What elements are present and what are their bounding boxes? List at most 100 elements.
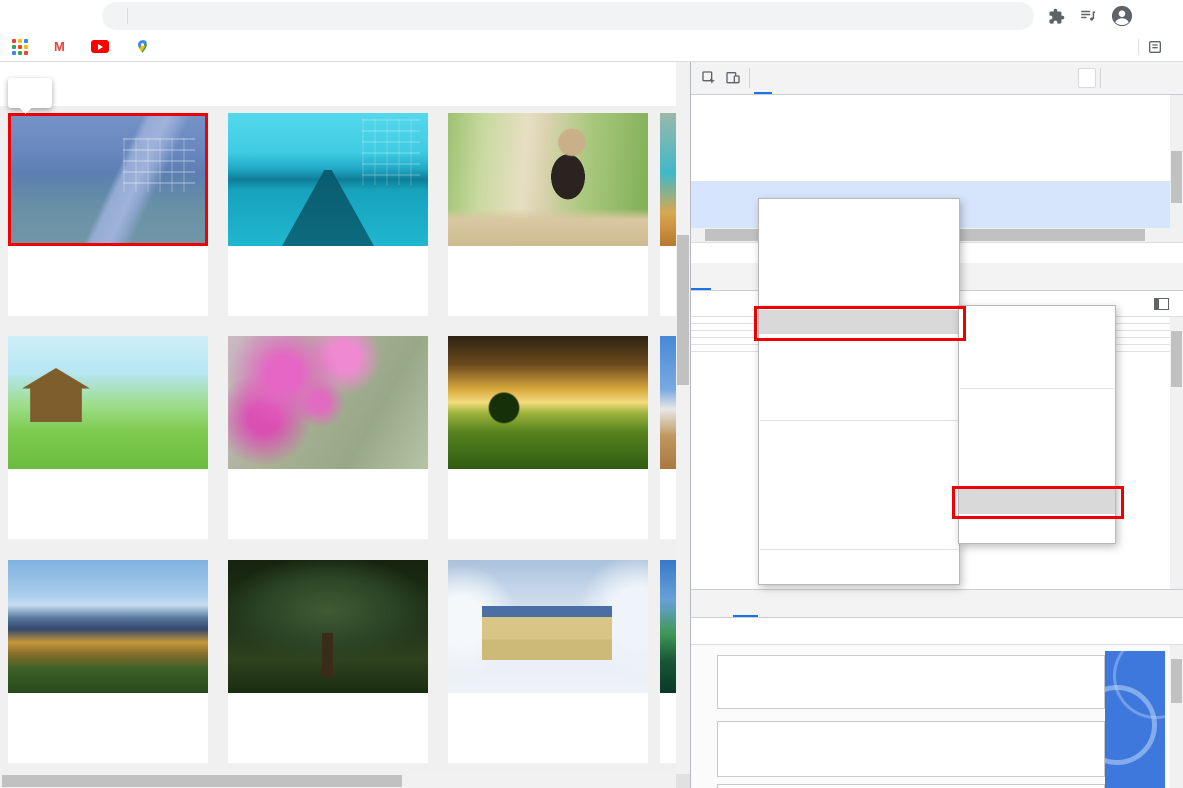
wallpaper-card[interactable] [228,113,428,316]
dom-node[interactable] [818,149,1183,166]
media-controls-icon[interactable] [1079,7,1097,25]
wallpaper-caption[interactable] [228,693,428,763]
styles-vertical-scrollbar[interactable] [1170,317,1183,589]
wallpaper-thumb[interactable] [8,336,208,469]
menu-item-force-state[interactable] [759,367,959,391]
menu-item-scroll-into-view[interactable] [759,497,959,521]
bookmark-apps[interactable] [12,38,34,55]
wallpaper-caption[interactable] [8,693,208,763]
wallpaper-thumb[interactable] [448,560,648,693]
more-tabs-icon[interactable] [808,62,826,94]
scroll-down-icon[interactable] [676,760,690,774]
inspect-element-icon[interactable] [697,70,721,86]
bookmark-gmail[interactable]: M [54,39,71,54]
wallpaper-thumb[interactable] [448,336,648,469]
wallpaper-caption[interactable] [228,469,428,539]
wallpaper-card[interactable] [448,113,648,316]
wallpaper-thumb[interactable] [8,560,208,693]
tab-console[interactable] [772,62,790,94]
address-bar[interactable] [102,2,1034,30]
issues-warning-badge[interactable] [1078,68,1096,88]
wallpaper-card[interactable] [8,560,208,763]
menu-item-copy-js-path[interactable] [959,441,1115,465]
wallpaper-card[interactable] [8,113,208,316]
scroll-right-icon[interactable] [662,774,676,788]
drawer-tabbar [691,590,1183,618]
wallpaper-thumb[interactable] [228,113,428,246]
wallpaper-thumb[interactable] [448,113,648,246]
menu-item-copy-selector[interactable] [959,417,1115,441]
dom-node[interactable] [805,132,1183,149]
bookmarks-separator [1138,38,1139,55]
scroll-thumb[interactable] [1171,331,1182,387]
wallpaper-card-clipped[interactable] [660,113,676,316]
wallpaper-card[interactable] [228,560,428,763]
wallpaper-caption[interactable] [228,246,428,316]
elements-vertical-scrollbar[interactable] [1170,95,1183,228]
profile-avatar[interactable] [1111,5,1133,27]
calendar-grid-overlay [362,119,420,185]
wallpaper-caption[interactable] [8,469,208,539]
extensions-puzzle-icon[interactable] [1048,8,1065,25]
menu-item-break-on[interactable] [759,391,959,415]
page-horizontal-scrollbar[interactable] [0,774,676,788]
dom-node[interactable] [792,116,1183,133]
bookmark-youtube[interactable] [90,40,115,53]
wallpaper-thumb[interactable] [228,560,428,693]
scroll-thumb[interactable] [1171,151,1182,203]
maps-pin-icon [135,39,150,54]
menu-item-store-as-global-variable[interactable] [759,554,959,578]
scroll-up-icon[interactable] [676,62,690,76]
tab-elements[interactable] [754,62,772,94]
menu-item-collapse-children[interactable] [759,449,959,473]
page-vertical-scrollbar[interactable] [676,62,690,774]
menu-item-cut-element[interactable] [959,311,1115,335]
menu-item-focus[interactable] [759,521,959,545]
wallpaper-card[interactable] [448,560,648,763]
menu-item-delete-element[interactable] [759,277,959,301]
scroll-thumb[interactable] [2,775,402,787]
menu-item-expand-recursively[interactable] [759,425,959,449]
menu-item-hide-element[interactable] [759,343,959,367]
drawer-vertical-scrollbar[interactable] [1170,645,1183,788]
whats-new-subheader [691,618,1183,645]
dom-node[interactable] [779,99,1183,116]
scroll-left-icon[interactable] [691,228,705,242]
menu-item-copy-outerhtml[interactable] [959,393,1115,417]
tab-whats-new[interactable] [733,591,758,617]
scroll-down-icon[interactable] [1170,575,1183,589]
scroll-up-icon[interactable] [1170,317,1183,331]
wallpaper-thumb[interactable] [228,336,428,469]
wallpaper-caption[interactable] [448,246,648,316]
menu-item-edit-as-html[interactable] [759,228,959,252]
tab-sources[interactable] [790,62,808,94]
tab-drawer-console[interactable] [713,591,733,617]
scroll-up-icon[interactable] [1170,95,1183,109]
scroll-right-icon[interactable] [1156,228,1170,242]
menu-item-add-attribute[interactable] [759,204,959,228]
toggle-panel-icon[interactable] [1154,297,1169,310]
bookmark-maps[interactable] [135,39,156,54]
scroll-thumb[interactable] [677,235,689,385]
device-toolbar-icon[interactable] [721,70,745,86]
apps-grid-icon [12,38,28,55]
dom-node[interactable] [831,165,1183,182]
devtools-drawer [691,589,1183,788]
inspect-tooltip [8,78,52,108]
wallpaper-card[interactable] [8,336,208,539]
wallpaper-caption[interactable] [8,246,208,316]
menu-item-duplicate-element[interactable] [759,252,959,276]
wallpaper-card[interactable] [228,336,428,539]
scroll-thumb[interactable] [1171,659,1182,703]
scroll-up-icon[interactable] [1170,645,1183,659]
wallpaper-card-clipped[interactable] [660,336,676,539]
wallpaper-caption[interactable] [448,693,648,763]
menu-item-copy-element[interactable] [959,335,1115,359]
menu-item-capture-node-screenshot[interactable] [759,473,959,497]
tab-styles[interactable] [691,263,711,290]
wallpaper-caption[interactable] [448,469,648,539]
wallpaper-thumb-inspected[interactable] [8,113,208,246]
scroll-down-icon[interactable] [1170,214,1183,228]
wallpaper-card-clipped[interactable] [660,560,676,763]
wallpaper-card[interactable] [448,336,648,539]
